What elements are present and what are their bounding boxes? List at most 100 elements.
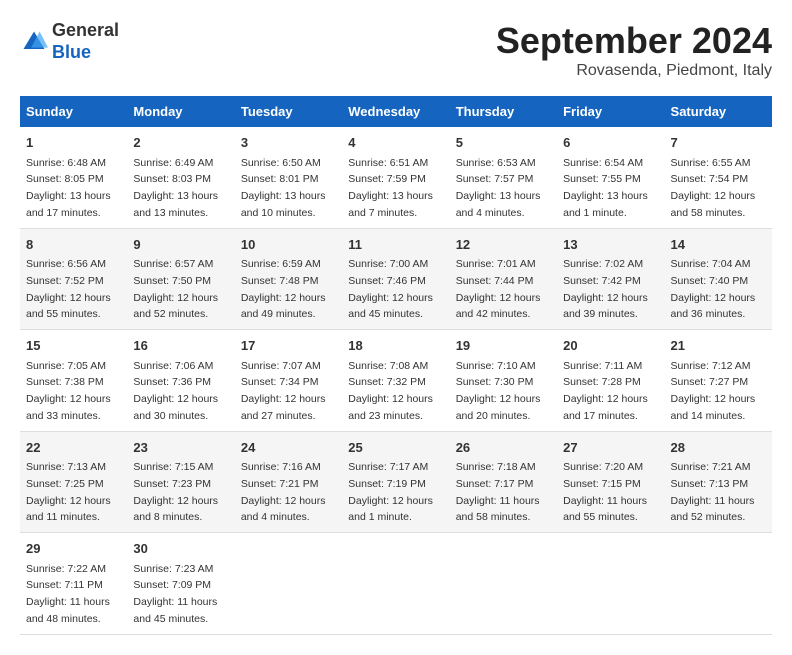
- sunrise-text: Sunrise: 6:54 AM: [563, 157, 643, 169]
- table-row: 18 Sunrise: 7:08 AM Sunset: 7:32 PM Dayl…: [342, 330, 449, 432]
- table-row: [342, 533, 449, 635]
- day-number: 23: [133, 438, 228, 458]
- calendar-table: Sunday Monday Tuesday Wednesday Thursday…: [20, 96, 772, 635]
- sunrise-text: Sunrise: 7:04 AM: [671, 258, 751, 270]
- table-row: 26 Sunrise: 7:18 AM Sunset: 7:17 PM Dayl…: [450, 431, 557, 533]
- daylight-text: Daylight: 13 hours and 10 minutes.: [241, 190, 326, 219]
- sunset-text: Sunset: 7:57 PM: [456, 173, 534, 185]
- table-row: 3 Sunrise: 6:50 AM Sunset: 8:01 PM Dayli…: [235, 127, 342, 228]
- daylight-text: Daylight: 12 hours and 39 minutes.: [563, 292, 648, 321]
- day-number: 17: [241, 336, 336, 356]
- table-row: 6 Sunrise: 6:54 AM Sunset: 7:55 PM Dayli…: [557, 127, 664, 228]
- day-number: 12: [456, 235, 551, 255]
- day-number: 30: [133, 539, 228, 559]
- sunrise-text: Sunrise: 6:51 AM: [348, 157, 428, 169]
- sunrise-text: Sunrise: 7:12 AM: [671, 360, 751, 372]
- table-row: 30 Sunrise: 7:23 AM Sunset: 7:09 PM Dayl…: [127, 533, 234, 635]
- sunrise-text: Sunrise: 7:07 AM: [241, 360, 321, 372]
- table-row: 27 Sunrise: 7:20 AM Sunset: 7:15 PM Dayl…: [557, 431, 664, 533]
- daylight-text: Daylight: 13 hours and 13 minutes.: [133, 190, 218, 219]
- calendar-row: 22 Sunrise: 7:13 AM Sunset: 7:25 PM Dayl…: [20, 431, 772, 533]
- col-thursday: Thursday: [450, 96, 557, 127]
- table-row: 17 Sunrise: 7:07 AM Sunset: 7:34 PM Dayl…: [235, 330, 342, 432]
- table-row: [450, 533, 557, 635]
- sunrise-text: Sunrise: 7:13 AM: [26, 461, 106, 473]
- sunset-text: Sunset: 7:44 PM: [456, 275, 534, 287]
- table-row: 22 Sunrise: 7:13 AM Sunset: 7:25 PM Dayl…: [20, 431, 127, 533]
- day-number: 26: [456, 438, 551, 458]
- col-tuesday: Tuesday: [235, 96, 342, 127]
- day-number: 16: [133, 336, 228, 356]
- table-row: 10 Sunrise: 6:59 AM Sunset: 7:48 PM Dayl…: [235, 228, 342, 330]
- day-number: 21: [671, 336, 766, 356]
- sunset-text: Sunset: 8:03 PM: [133, 173, 211, 185]
- daylight-text: Daylight: 12 hours and 17 minutes.: [563, 393, 648, 422]
- table-row: 29 Sunrise: 7:22 AM Sunset: 7:11 PM Dayl…: [20, 533, 127, 635]
- location-text: Rovasenda, Piedmont, Italy: [496, 62, 772, 80]
- table-row: 5 Sunrise: 6:53 AM Sunset: 7:57 PM Dayli…: [450, 127, 557, 228]
- day-number: 19: [456, 336, 551, 356]
- day-number: 10: [241, 235, 336, 255]
- sunrise-text: Sunrise: 7:18 AM: [456, 461, 536, 473]
- daylight-text: Daylight: 12 hours and 4 minutes.: [241, 495, 326, 524]
- day-number: 15: [26, 336, 121, 356]
- day-number: 27: [563, 438, 658, 458]
- calendar-row: 15 Sunrise: 7:05 AM Sunset: 7:38 PM Dayl…: [20, 330, 772, 432]
- daylight-text: Daylight: 11 hours and 48 minutes.: [26, 596, 110, 625]
- col-saturday: Saturday: [665, 96, 772, 127]
- calendar-header-row: Sunday Monday Tuesday Wednesday Thursday…: [20, 96, 772, 127]
- sunset-text: Sunset: 7:34 PM: [241, 376, 319, 388]
- daylight-text: Daylight: 13 hours and 4 minutes.: [456, 190, 541, 219]
- daylight-text: Daylight: 12 hours and 52 minutes.: [133, 292, 218, 321]
- day-number: 2: [133, 133, 228, 153]
- month-title: September 2024: [496, 20, 772, 62]
- daylight-text: Daylight: 13 hours and 7 minutes.: [348, 190, 433, 219]
- table-row: 28 Sunrise: 7:21 AM Sunset: 7:13 PM Dayl…: [665, 431, 772, 533]
- col-wednesday: Wednesday: [342, 96, 449, 127]
- sunrise-text: Sunrise: 6:48 AM: [26, 157, 106, 169]
- table-row: 20 Sunrise: 7:11 AM Sunset: 7:28 PM Dayl…: [557, 330, 664, 432]
- table-row: 23 Sunrise: 7:15 AM Sunset: 7:23 PM Dayl…: [127, 431, 234, 533]
- sunset-text: Sunset: 7:27 PM: [671, 376, 749, 388]
- table-row: 25 Sunrise: 7:17 AM Sunset: 7:19 PM Dayl…: [342, 431, 449, 533]
- sunrise-text: Sunrise: 6:50 AM: [241, 157, 321, 169]
- table-row: 8 Sunrise: 6:56 AM Sunset: 7:52 PM Dayli…: [20, 228, 127, 330]
- sunrise-text: Sunrise: 7:15 AM: [133, 461, 213, 473]
- day-number: 8: [26, 235, 121, 255]
- table-row: [235, 533, 342, 635]
- sunset-text: Sunset: 7:19 PM: [348, 478, 426, 490]
- day-number: 3: [241, 133, 336, 153]
- day-number: 14: [671, 235, 766, 255]
- sunset-text: Sunset: 7:11 PM: [26, 579, 103, 591]
- table-row: 1 Sunrise: 6:48 AM Sunset: 8:05 PM Dayli…: [20, 127, 127, 228]
- sunset-text: Sunset: 7:36 PM: [133, 376, 211, 388]
- daylight-text: Daylight: 12 hours and 11 minutes.: [26, 495, 111, 524]
- daylight-text: Daylight: 11 hours and 55 minutes.: [563, 495, 647, 524]
- day-number: 7: [671, 133, 766, 153]
- sunset-text: Sunset: 7:54 PM: [671, 173, 749, 185]
- day-number: 20: [563, 336, 658, 356]
- sunset-text: Sunset: 7:59 PM: [348, 173, 426, 185]
- table-row: 12 Sunrise: 7:01 AM Sunset: 7:44 PM Dayl…: [450, 228, 557, 330]
- day-number: 18: [348, 336, 443, 356]
- daylight-text: Daylight: 12 hours and 27 minutes.: [241, 393, 326, 422]
- sunset-text: Sunset: 7:23 PM: [133, 478, 211, 490]
- daylight-text: Daylight: 13 hours and 17 minutes.: [26, 190, 111, 219]
- sunrise-text: Sunrise: 7:20 AM: [563, 461, 643, 473]
- daylight-text: Daylight: 12 hours and 1 minute.: [348, 495, 433, 524]
- sunrise-text: Sunrise: 7:01 AM: [456, 258, 536, 270]
- sunrise-text: Sunrise: 7:23 AM: [133, 563, 213, 575]
- day-number: 1: [26, 133, 121, 153]
- sunset-text: Sunset: 7:28 PM: [563, 376, 641, 388]
- logo-blue-text: Blue: [52, 42, 91, 62]
- daylight-text: Daylight: 12 hours and 30 minutes.: [133, 393, 218, 422]
- day-number: 28: [671, 438, 766, 458]
- title-area: September 2024 Rovasenda, Piedmont, Ital…: [496, 20, 772, 80]
- day-number: 29: [26, 539, 121, 559]
- logo: General Blue: [20, 20, 119, 63]
- sunrise-text: Sunrise: 7:08 AM: [348, 360, 428, 372]
- sunrise-text: Sunrise: 6:59 AM: [241, 258, 321, 270]
- table-row: 15 Sunrise: 7:05 AM Sunset: 7:38 PM Dayl…: [20, 330, 127, 432]
- table-row: [665, 533, 772, 635]
- table-row: 9 Sunrise: 6:57 AM Sunset: 7:50 PM Dayli…: [127, 228, 234, 330]
